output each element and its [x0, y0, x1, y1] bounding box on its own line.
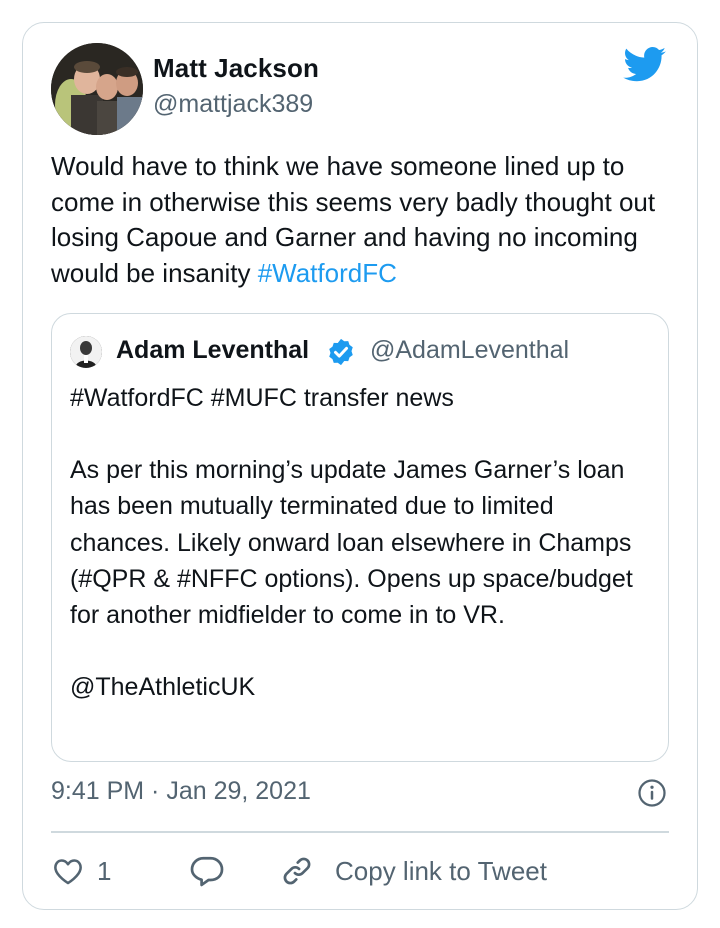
like-button[interactable]: 1	[51, 843, 111, 899]
verified-badge-icon	[329, 338, 353, 366]
quoted-paragraph: As per this morning’s update James Garne…	[70, 456, 633, 630]
quoted-tweet-text: #WatfordFC #MUFC transfer news As per th…	[70, 380, 660, 705]
author-name[interactable]: Matt Jackson	[153, 53, 319, 84]
tweet-actions: 1 Copy link to Tweet	[51, 843, 671, 899]
hashtag-link[interactable]: #WatfordFC	[258, 258, 397, 288]
copy-link-button[interactable]: Copy link to Tweet	[279, 843, 547, 899]
quoted-author-avatar[interactable]	[70, 336, 102, 368]
tweet-timestamp[interactable]: 9:41 PM · Jan 29, 2021	[51, 777, 311, 806]
quoted-mention[interactable]: @TheAthleticUK	[70, 669, 660, 705]
like-count: 1	[97, 855, 112, 886]
copy-link-label: Copy link to Tweet	[335, 855, 547, 886]
link-icon	[283, 857, 311, 885]
divider	[51, 831, 669, 833]
info-icon[interactable]	[637, 778, 667, 808]
author-avatar[interactable]	[51, 43, 143, 135]
quoted-author-name[interactable]: Adam Leventhal	[116, 336, 309, 365]
quoted-paragraph: #WatfordFC #MUFC transfer news	[70, 384, 454, 412]
twitter-bird-icon[interactable]	[623, 47, 667, 83]
reply-bubble-icon	[190, 856, 224, 887]
author-handle[interactable]: @mattjack389	[153, 90, 313, 119]
quoted-author-handle[interactable]: @AdamLeventhal	[370, 336, 569, 365]
tweet-text: Would have to think we have someone line…	[51, 149, 681, 291]
quoted-tweet[interactable]: Adam Leventhal @AdamLeventhal #WatfordFC…	[51, 313, 669, 762]
heart-icon	[54, 859, 82, 885]
reply-button[interactable]	[189, 843, 225, 899]
tweet-card[interactable]: Matt Jackson @mattjack389 Would have to …	[22, 22, 698, 910]
